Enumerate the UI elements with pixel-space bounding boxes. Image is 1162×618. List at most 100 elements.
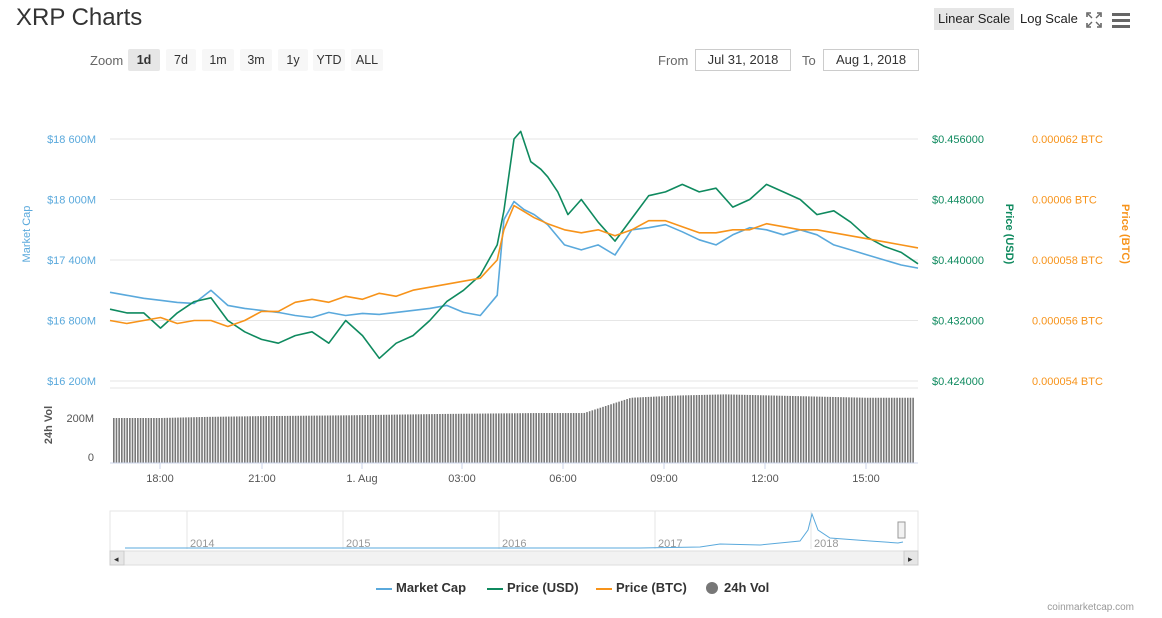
volume-bar xyxy=(273,416,275,463)
volume-bar xyxy=(551,413,554,463)
volume-bar xyxy=(829,396,832,463)
volume-bar xyxy=(353,415,356,463)
volume-bar xyxy=(166,417,169,463)
volume-bar xyxy=(455,413,457,463)
volume-bar xyxy=(374,414,377,463)
zoom-7d-button[interactable]: 7d xyxy=(166,49,196,71)
volume-bar xyxy=(906,397,909,463)
navigator-year-label: 2014 xyxy=(190,538,214,550)
volume-bar xyxy=(832,396,834,463)
volume-bar xyxy=(802,396,805,463)
volume-bar xyxy=(564,413,567,463)
volume-bar xyxy=(235,416,238,463)
volume-bar xyxy=(345,415,348,463)
volume-bar xyxy=(361,415,364,463)
volume-bar xyxy=(300,415,302,463)
volume-bar xyxy=(511,413,513,463)
volume-bar xyxy=(198,417,201,463)
credit-link[interactable]: coinmarketcap.com xyxy=(1047,602,1134,613)
menu-icon[interactable] xyxy=(1112,12,1130,28)
volume-bar xyxy=(479,413,481,463)
volume-bar xyxy=(853,397,856,463)
volume-bar xyxy=(818,396,821,463)
scroll-left-button xyxy=(109,550,125,566)
zoom-ytd-button[interactable]: YTD xyxy=(313,49,345,71)
zoom-3m-button[interactable]: 3m xyxy=(240,49,272,71)
volume-bar xyxy=(658,396,660,463)
volume-bar xyxy=(356,415,358,463)
volume-bar xyxy=(118,418,120,463)
volume-bar xyxy=(233,416,235,463)
volume-bar xyxy=(163,417,166,463)
navigator-year-label: 2015 xyxy=(346,538,370,550)
volume-bar xyxy=(631,397,634,463)
volume-bar xyxy=(190,417,193,463)
volume-bar xyxy=(412,414,415,463)
legend-item-24h-vol[interactable]: 24h Vol xyxy=(706,580,769,595)
zoom-1y-button[interactable]: 1y xyxy=(278,49,308,71)
to-date-input[interactable]: Aug 1, 2018 xyxy=(823,49,919,71)
legend-item-market-cap[interactable]: Market Cap xyxy=(376,580,466,595)
price-usd-swatch xyxy=(487,587,503,590)
volume-bar xyxy=(845,397,848,463)
volume-bar xyxy=(460,413,463,463)
volume-bar xyxy=(778,395,781,463)
zoom-1d-button[interactable]: 1d xyxy=(128,49,160,71)
volume-bar xyxy=(751,395,754,463)
scroll-left-arrow: ◂ xyxy=(114,554,119,564)
linear-scale-button[interactable]: Linear Scale xyxy=(934,8,1015,30)
volume-bar xyxy=(270,416,273,463)
volume-bar xyxy=(305,415,308,463)
zoom-all-button[interactable]: ALL xyxy=(351,49,383,71)
legend-label-market-cap: Market Cap xyxy=(396,580,467,595)
volume-bar xyxy=(425,414,428,463)
volume-bar xyxy=(465,413,468,463)
zoom-1m-button[interactable]: 1m xyxy=(202,49,234,71)
volume-bar xyxy=(588,411,591,463)
volume-bar xyxy=(313,415,316,463)
volume-bar xyxy=(725,394,727,463)
log-scale-button[interactable]: Log Scale xyxy=(1016,8,1082,30)
volume-bar xyxy=(837,397,840,463)
volume-bar xyxy=(495,413,497,463)
navigator-year-label: 2016 xyxy=(502,538,526,550)
legend-item-price-btc[interactable]: Price (BTC) xyxy=(596,580,687,595)
volume-bar xyxy=(158,418,161,463)
volume-bar xyxy=(730,394,733,463)
from-date-input[interactable]: Jul 31, 2018 xyxy=(695,49,791,71)
volume-bar xyxy=(527,413,529,463)
volume-bar xyxy=(570,413,572,463)
volume-bar xyxy=(423,414,425,463)
volume-bar xyxy=(278,415,281,463)
navigator-year-label: 2017 xyxy=(658,538,682,550)
volume-bar xyxy=(602,406,604,463)
market-cap-tick: $17 400M xyxy=(47,255,96,267)
volume-bar xyxy=(826,396,829,463)
volume-bar xyxy=(575,413,578,463)
volume-bar xyxy=(206,416,209,463)
volume-bar xyxy=(813,396,816,463)
fullscreen-icon[interactable] xyxy=(1086,12,1102,28)
volume-bar xyxy=(682,395,685,463)
volume-bar xyxy=(532,413,535,463)
legend-item-price-usd[interactable]: Price (USD) xyxy=(487,580,579,595)
x-tick-label: 12:00 xyxy=(751,473,779,485)
volume-bar xyxy=(874,397,877,463)
volume-bar xyxy=(543,413,546,463)
volume-bar xyxy=(489,413,492,463)
volume-bar xyxy=(380,414,382,463)
volume-bar xyxy=(171,417,174,463)
volume-bar xyxy=(671,395,674,463)
navigator-year-label: 2018 xyxy=(814,538,838,550)
x-tick-label: 21:00 xyxy=(248,473,276,485)
volume-bar xyxy=(238,416,241,463)
volume-bar xyxy=(366,415,369,463)
volume-bar xyxy=(121,418,123,463)
volume-bar xyxy=(123,418,126,463)
volume-bar xyxy=(607,405,610,463)
volume-bar xyxy=(514,413,516,463)
scroll-right-button xyxy=(903,550,919,566)
volume-bar xyxy=(115,418,118,463)
from-label: From xyxy=(658,53,689,68)
volume-bar xyxy=(399,414,401,463)
